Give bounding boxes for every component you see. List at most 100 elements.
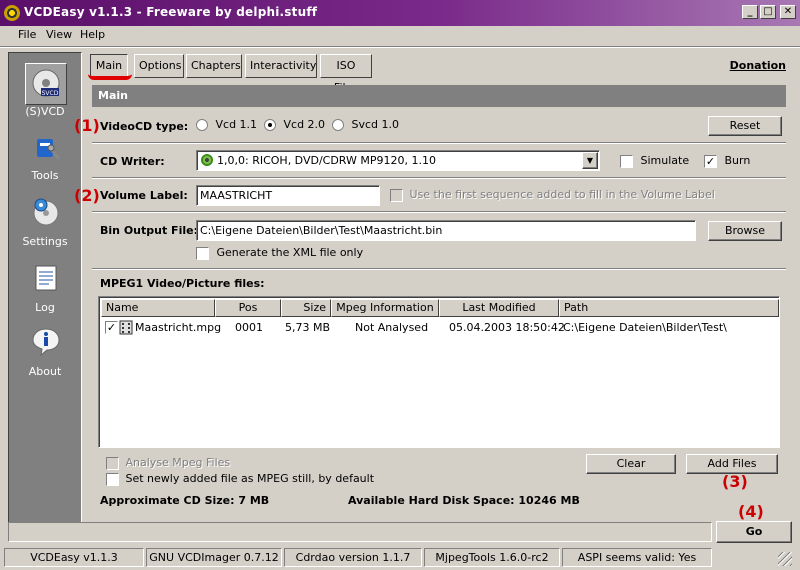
volume-label-label: Volume Label: (100, 189, 188, 202)
tab-iso-files[interactable]: ISO Files (320, 54, 372, 94)
sidebar-label-about: About (28, 365, 62, 378)
donation-link[interactable]: Donation (730, 59, 786, 72)
cd-writer-value: 1,0,0: RICOH, DVD/CDRW MP9120, 1.10 (217, 154, 436, 167)
tab-main-annotation-underline (88, 74, 132, 80)
xml-only-check[interactable] (196, 246, 209, 260)
simulate-check[interactable] (620, 154, 633, 168)
annotation-1: (1) (74, 116, 100, 135)
row-checkbox[interactable]: ✓ (105, 321, 118, 334)
use-first-sequence-check[interactable] (390, 188, 403, 202)
reset-button[interactable]: Reset (708, 116, 782, 136)
annotation-2: (2) (74, 186, 100, 205)
sidebar-label-log: Log (35, 301, 55, 314)
row-size: 5,73 MB (285, 321, 331, 334)
file-list[interactable]: Name Pos Size Mpeg Information Last Modi… (98, 296, 780, 448)
window-title: VCDEasy v1.1.3 - Freeware by delphi.stuf… (24, 5, 318, 19)
simulate-checkbox[interactable]: Simulate (620, 154, 689, 168)
sidebar-item-settings[interactable]: Settings (9, 195, 81, 251)
videocd-type-label: VideoCD type: (100, 120, 189, 133)
column-last-modified[interactable]: Last Modified (439, 299, 559, 317)
row-pos: 0001 (235, 321, 263, 334)
title-bar: VCDEasy v1.1.3 - Freeware by delphi.stuf… (0, 0, 800, 26)
volume-label-input[interactable]: MAASTRICHT (196, 185, 380, 206)
column-size[interactable]: Size (281, 299, 331, 317)
row-last-modified: 05.04.2003 18:50:42 (449, 321, 565, 334)
menu-help[interactable]: Help (80, 28, 105, 41)
settings-icon (33, 198, 59, 226)
column-pos[interactable]: Pos (215, 299, 281, 317)
use-first-sequence-checkbox[interactable]: Use the first sequence added to fill in … (390, 188, 715, 202)
add-files-button[interactable]: Add Files (686, 454, 778, 474)
cd-writer-select[interactable]: 1,0,0: RICOH, DVD/CDRW MP9120, 1.10 ▼ (196, 150, 600, 171)
disk-space-label: Available Hard Disk Space: 10246 MB (348, 494, 580, 507)
browse-button[interactable]: Browse (708, 221, 782, 241)
menu-separator (0, 46, 800, 48)
radio-svcd10[interactable]: Svcd 1.0 (332, 118, 399, 131)
minimize-button[interactable]: _ (742, 5, 758, 19)
chevron-down-icon[interactable]: ▼ (582, 152, 598, 169)
simulate-label: Simulate (640, 154, 690, 167)
sidebar-label-svcd: (S)VCD (25, 105, 65, 118)
status-vcdeasy: VCDEasy v1.1.3 (4, 548, 144, 567)
set-still-check[interactable] (106, 472, 119, 486)
app-icon (4, 5, 20, 21)
burn-checkbox[interactable]: ✓ Burn (704, 154, 750, 168)
film-file-icon (119, 320, 133, 335)
tools-icon (37, 139, 61, 160)
radio-vcd20-label: Vcd 2.0 (283, 118, 326, 131)
tab-interactivity[interactable]: Interactivity (245, 54, 317, 78)
menu-bar: File View Help (0, 26, 800, 46)
svg-text:SVCD: SVCD (42, 90, 59, 97)
menu-file[interactable]: File (18, 28, 36, 41)
sidebar-item-svcd[interactable]: SVCD (S)VCD (9, 53, 81, 119)
analyse-check[interactable] (106, 456, 119, 470)
burn-label: Burn (724, 154, 751, 167)
radio-vcd11-button[interactable] (196, 119, 208, 131)
close-button[interactable]: ✕ (780, 5, 796, 19)
annotation-3: (3) (722, 472, 748, 491)
burn-check[interactable]: ✓ (704, 154, 717, 168)
menu-view[interactable]: View (46, 28, 72, 41)
tab-chapters[interactable]: Chapters (186, 54, 242, 78)
analyse-checkbox[interactable]: Analyse Mpeg Files (106, 456, 230, 470)
tab-options[interactable]: Options (134, 54, 184, 78)
xml-only-checkbox[interactable]: Generate the XML file only (196, 246, 363, 260)
radio-vcd11[interactable]: Vcd 1.1 (196, 118, 257, 131)
sidebar: SVCD (S)VCD Tools Settings Log About (8, 52, 82, 542)
column-path[interactable]: Path (559, 299, 779, 317)
clear-button[interactable]: Clear (586, 454, 676, 474)
maximize-button[interactable]: □ (760, 5, 776, 19)
row-mpeg-info: Not Analysed (355, 321, 429, 334)
sidebar-item-about[interactable]: About (9, 325, 81, 381)
bin-output-label: Bin Output File: (100, 224, 198, 237)
cd-size-label: Approximate CD Size: 7 MB (100, 494, 270, 507)
column-name[interactable]: Name (101, 299, 215, 317)
radio-vcd20-button[interactable] (264, 119, 276, 131)
set-still-label: Set newly added file as MPEG still, by d… (125, 472, 375, 485)
status-aspi: ASPI seems valid: Yes (562, 548, 712, 567)
bin-output-input[interactable]: C:\Eigene Dateien\Bilder\Test\Maastricht… (196, 220, 696, 241)
xml-only-label: Generate the XML file only (216, 246, 364, 259)
log-icon (35, 265, 57, 291)
set-still-checkbox[interactable]: Set newly added file as MPEG still, by d… (106, 472, 374, 486)
sidebar-label-tools: Tools (31, 169, 59, 182)
row-name: Maastricht.mpg (135, 321, 222, 334)
resize-grip[interactable] (778, 552, 792, 566)
info-icon (32, 328, 60, 357)
cd-writer-label: CD Writer: (100, 155, 165, 168)
radio-vcd20[interactable]: Vcd 2.0 (264, 118, 325, 131)
sidebar-item-tools[interactable]: Tools (9, 129, 81, 185)
progress-bar (8, 522, 712, 542)
sidebar-label-settings: Settings (22, 235, 68, 248)
section-header: Main (92, 85, 786, 107)
go-button[interactable]: Go (716, 521, 792, 543)
table-row[interactable]: ✓ Maastricht.mpg 0001 5,73 MB Not Analys… (101, 319, 779, 337)
separator (92, 177, 786, 179)
radio-svcd10-button[interactable] (332, 119, 344, 131)
annotation-4: (4) (738, 502, 764, 521)
column-mpeg-info[interactable]: Mpeg Information (331, 299, 439, 317)
separator (92, 142, 786, 144)
use-first-sequence-label: Use the first sequence added to fill in … (409, 188, 715, 201)
status-cdrdao: Cdrdao version 1.1.7 (284, 548, 422, 567)
sidebar-item-log[interactable]: Log (9, 261, 81, 317)
